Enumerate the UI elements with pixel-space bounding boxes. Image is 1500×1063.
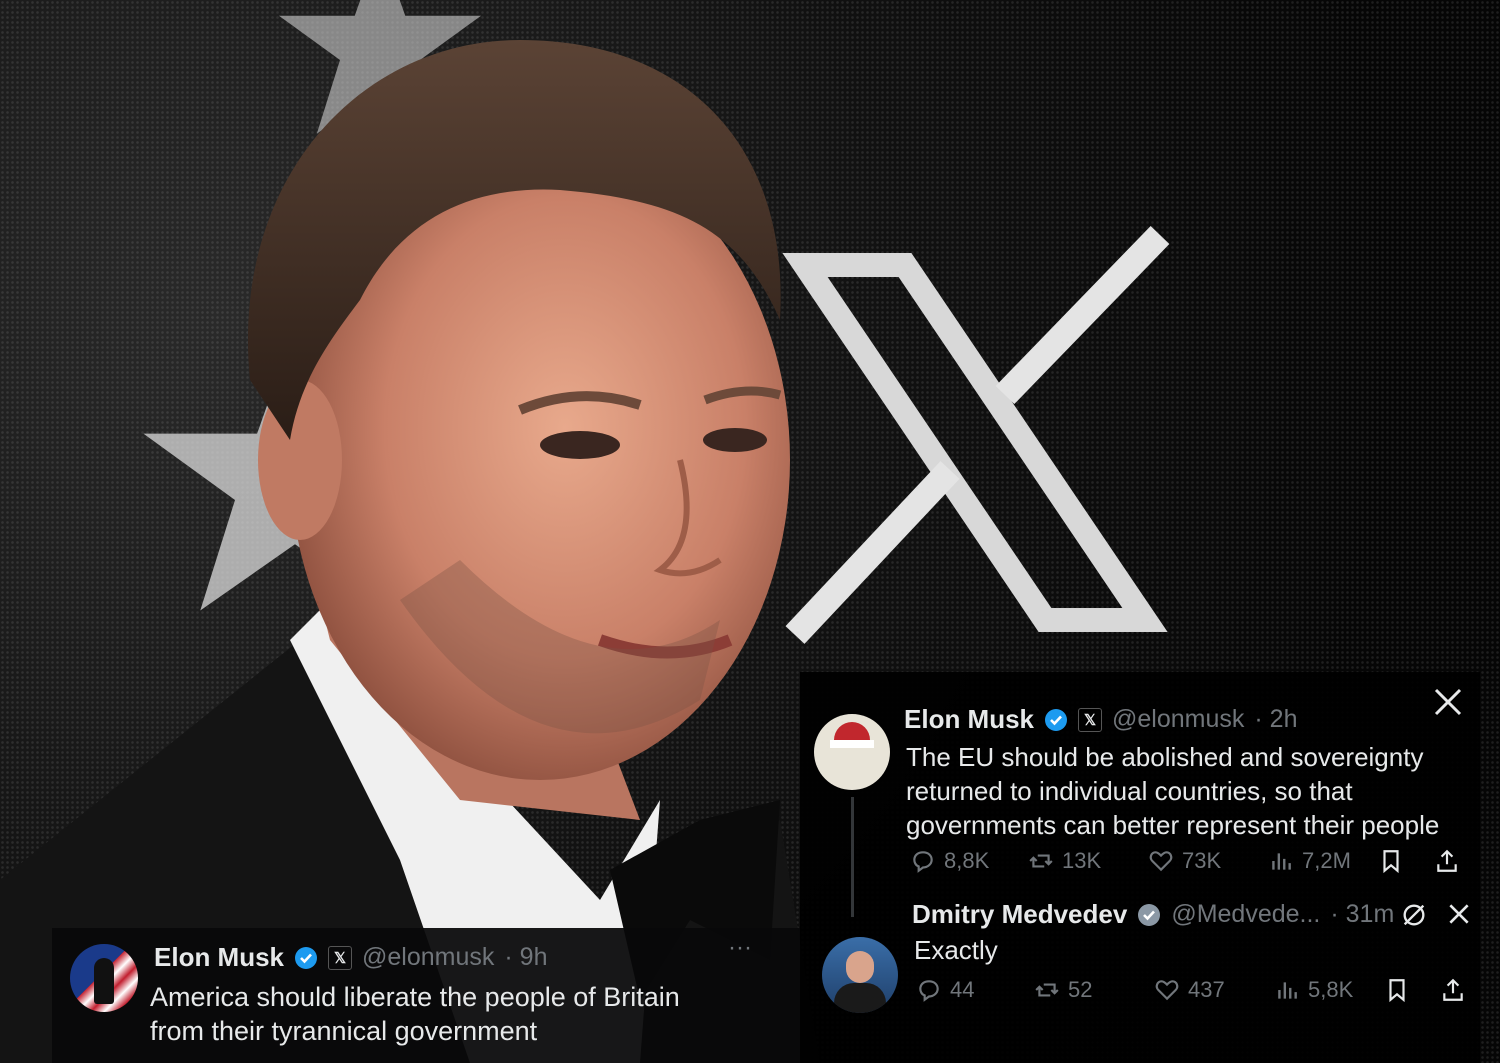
like-button[interactable]: 437 xyxy=(1154,977,1274,1003)
verified-badge-icon xyxy=(1045,708,1068,731)
tweet-text: Exactly xyxy=(914,935,998,965)
tweet-thread-card: Elon Musk 𝕏 @elonmusk · 2h The EU should… xyxy=(800,672,1480,1063)
tweet-text-line: from their tyrannical government xyxy=(150,1016,538,1046)
reply-count: 44 xyxy=(950,977,975,1002)
verified-badge-icon xyxy=(1138,903,1161,926)
avatar[interactable] xyxy=(814,714,890,790)
more-options-icon[interactable]: ··· xyxy=(728,934,752,962)
tweet-text-line: governments can better represent their p… xyxy=(906,810,1440,840)
reply-icon xyxy=(913,851,933,873)
tweet-header: Dmitry Medvedev @Medvede... · 31m xyxy=(912,899,1394,930)
tweet-text: The EU should be abolished and sovereign… xyxy=(906,740,1439,842)
heart-icon xyxy=(1155,980,1179,1001)
author-handle[interactable]: @elonmusk xyxy=(1112,705,1244,734)
views-button[interactable]: 5,8K xyxy=(1274,977,1394,1003)
retweet-button[interactable]: 52 xyxy=(1034,977,1154,1003)
retweet-icon xyxy=(1029,854,1053,868)
tweet-header: Elon Musk 𝕏 @elonmusk · 9h xyxy=(154,942,547,973)
retweet-count: 52 xyxy=(1068,977,1093,1002)
share-icon[interactable] xyxy=(1434,848,1460,874)
retweet-icon xyxy=(1035,983,1059,997)
bookmark-icon[interactable] xyxy=(1384,977,1410,1003)
views-button[interactable]: 7,2M xyxy=(1268,848,1388,874)
x-logo-icon xyxy=(782,225,1170,644)
retweet-button[interactable]: 13K xyxy=(1028,848,1148,874)
tweet-text-line: America should liberate the people of Br… xyxy=(150,982,680,1012)
hide-icon[interactable] xyxy=(1400,901,1428,929)
thread-line xyxy=(851,797,854,917)
bookmark-icon[interactable] xyxy=(1378,848,1404,874)
avatar[interactable] xyxy=(822,937,898,1013)
share-icon[interactable] xyxy=(1440,977,1466,1003)
close-icon[interactable] xyxy=(1446,901,1472,927)
author-handle[interactable]: @Medvede... xyxy=(1171,900,1320,929)
verified-badge-icon xyxy=(295,946,318,969)
tweet-header: Elon Musk 𝕏 @elonmusk · 2h xyxy=(904,704,1297,735)
reply-icon xyxy=(919,980,939,1002)
tweet-actions: 44 52 437 5,8K xyxy=(916,977,1476,1003)
tweet-time: · 2h xyxy=(1254,705,1298,733)
portrait-photo xyxy=(0,40,820,1063)
reply-button[interactable]: 44 xyxy=(916,977,1034,1003)
author-handle[interactable]: @elonmusk xyxy=(362,943,494,972)
reply-count: 8,8K xyxy=(944,848,990,873)
like-button[interactable]: 73K xyxy=(1148,848,1268,874)
tweet-card-britain[interactable]: Elon Musk 𝕏 @elonmusk · 9h ··· America s… xyxy=(52,928,800,1063)
views-icon xyxy=(1278,982,1297,999)
like-count: 437 xyxy=(1188,977,1225,1002)
avatar[interactable] xyxy=(70,944,138,1012)
tweet-text: America should liberate the people of Br… xyxy=(150,980,680,1048)
tweet-time: · 31m xyxy=(1330,900,1395,928)
tweet-text-line: returned to individual countries, so tha… xyxy=(906,776,1353,806)
views-count: 5,8K xyxy=(1308,977,1354,1002)
author-name[interactable]: Elon Musk xyxy=(904,704,1034,735)
tweet-text-line: The EU should be abolished and sovereign… xyxy=(906,742,1424,772)
like-count: 73K xyxy=(1182,848,1222,873)
x-affiliate-icon: 𝕏 xyxy=(1078,707,1103,732)
tweet-reply[interactable]: Dmitry Medvedev @Medvede... · 31m Exactl… xyxy=(800,899,1480,1063)
views-icon xyxy=(1272,853,1291,870)
author-name[interactable]: Elon Musk xyxy=(154,942,284,973)
x-affiliate-icon: 𝕏 xyxy=(328,945,353,970)
tweet-actions: 8,8K 13K 73K 7,2M xyxy=(910,848,1470,874)
author-name[interactable]: Dmitry Medvedev xyxy=(912,899,1127,930)
heart-icon xyxy=(1149,851,1173,872)
reply-button[interactable]: 8,8K xyxy=(910,848,1028,874)
tweet-time: · 9h xyxy=(504,943,548,971)
tweet-eu[interactable]: Elon Musk 𝕏 @elonmusk · 2h The EU should… xyxy=(800,672,1480,917)
retweet-count: 13K xyxy=(1062,848,1102,873)
views-count: 7,2M xyxy=(1302,848,1351,873)
